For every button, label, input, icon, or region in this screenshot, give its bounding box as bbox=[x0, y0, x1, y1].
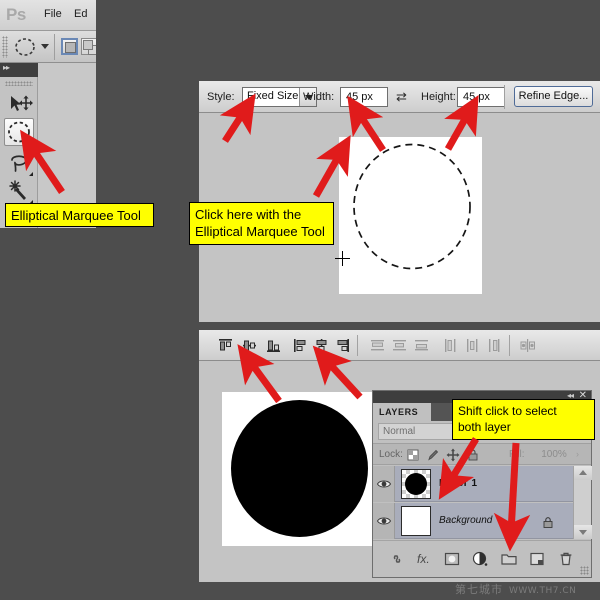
app-options-bar bbox=[0, 31, 96, 63]
distribute-bottom-edges-icon[interactable] bbox=[413, 337, 430, 354]
distribute-top-edges-icon[interactable] bbox=[369, 337, 386, 354]
layer-row[interactable]: Layer 1 bbox=[373, 466, 573, 502]
lasso-tool-button[interactable] bbox=[4, 149, 34, 177]
lock-icon bbox=[543, 515, 553, 526]
fill-value[interactable]: 100% bbox=[536, 448, 572, 462]
delete-layer-icon[interactable] bbox=[557, 550, 575, 568]
layer-thumbnail[interactable] bbox=[401, 469, 431, 499]
height-input[interactable]: 45 px bbox=[457, 87, 505, 107]
photoshop-app-window: Ps File Ed bbox=[0, 0, 96, 228]
layer-visibility-cell[interactable] bbox=[373, 503, 395, 539]
thumbnail-black-circle bbox=[405, 473, 427, 495]
menu-bar: Ps File Ed bbox=[0, 0, 96, 31]
lock-position-icon[interactable] bbox=[446, 448, 460, 462]
photoshop-logo: Ps bbox=[6, 5, 26, 25]
align-left-edges-icon[interactable] bbox=[292, 337, 309, 354]
align-options-bar bbox=[199, 330, 600, 361]
tool-more-indicator bbox=[29, 172, 33, 176]
crosshair-cursor bbox=[335, 251, 350, 266]
eye-icon[interactable] bbox=[376, 477, 392, 489]
width-label: Width: bbox=[303, 91, 334, 103]
tools-panel-grip[interactable] bbox=[5, 81, 33, 86]
watermark: 第七城市 WWW.TH7.CN bbox=[455, 581, 576, 597]
result-document-canvas[interactable] bbox=[222, 392, 377, 546]
new-layer-icon[interactable] bbox=[528, 550, 546, 568]
callout-elliptical-marquee-tool: Elliptical Marquee Tool bbox=[5, 203, 154, 227]
distribute-left-edges-icon[interactable] bbox=[442, 337, 459, 354]
menu-item-file[interactable]: File bbox=[44, 8, 62, 20]
tool-more-indicator bbox=[28, 140, 32, 144]
auto-align-layers-icon[interactable] bbox=[519, 337, 536, 354]
divider bbox=[357, 335, 358, 356]
scroll-down-arrow-icon[interactable] bbox=[574, 525, 592, 539]
add-to-selection-button[interactable] bbox=[81, 38, 96, 55]
layer-style-fx-icon[interactable]: fx. bbox=[417, 550, 435, 568]
elliptical-marquee-tool-button[interactable] bbox=[4, 118, 34, 146]
layer-row[interactable]: Background bbox=[373, 503, 573, 539]
screenshot-stage: Ps File Ed bbox=[0, 0, 600, 600]
blend-mode-select[interactable]: Normal bbox=[378, 423, 460, 440]
swap-dimensions-icon[interactable]: ⇄ bbox=[396, 90, 407, 103]
layers-scrollbar[interactable] bbox=[573, 466, 591, 539]
adjustment-layer-icon[interactable] bbox=[471, 550, 489, 568]
elliptical-selection-marching-ants bbox=[351, 141, 473, 272]
distribute-right-edges-icon[interactable] bbox=[486, 337, 503, 354]
distribute-horizontal-centers-icon[interactable] bbox=[464, 337, 481, 354]
lock-image-pixels-icon[interactable] bbox=[426, 448, 440, 462]
panel-resize-grip[interactable] bbox=[580, 566, 589, 575]
divider bbox=[504, 85, 505, 109]
elliptical-marquee-icon[interactable] bbox=[13, 36, 37, 58]
eye-icon[interactable] bbox=[376, 514, 392, 526]
chevron-down-icon[interactable] bbox=[41, 44, 49, 49]
align-top-edges-icon[interactable] bbox=[217, 337, 234, 354]
align-bottom-edges-icon[interactable] bbox=[265, 337, 282, 354]
height-label: Height: bbox=[421, 91, 456, 103]
lock-all-icon[interactable] bbox=[466, 448, 480, 462]
layer-name[interactable]: Background bbox=[439, 515, 492, 526]
width-input[interactable]: 45 px bbox=[340, 87, 388, 107]
layer-mask-icon[interactable] bbox=[443, 550, 461, 568]
divider bbox=[54, 34, 55, 60]
menu-item-edit[interactable]: Ed bbox=[74, 8, 87, 20]
callout-shift-click: Shift click to select both layer bbox=[452, 399, 595, 440]
align-horizontal-centers-icon[interactable] bbox=[313, 337, 330, 354]
style-label: Style: bbox=[207, 91, 235, 103]
lock-transparent-pixels-icon[interactable] bbox=[406, 448, 420, 462]
link-layers-icon[interactable] bbox=[389, 550, 407, 568]
lock-row: Lock: bbox=[373, 443, 591, 465]
scroll-up-arrow-icon[interactable] bbox=[574, 466, 592, 480]
options-bar-grip[interactable] bbox=[2, 36, 8, 58]
callout-click-here: Click here with the Elliptical Marquee T… bbox=[189, 202, 334, 245]
align-right-edges-icon[interactable] bbox=[334, 337, 351, 354]
divider bbox=[509, 335, 510, 356]
move-tool-button[interactable] bbox=[4, 90, 34, 118]
black-circle-shape bbox=[231, 400, 368, 537]
tab-layers[interactable]: LAYERS bbox=[373, 403, 431, 421]
new-selection-button[interactable] bbox=[61, 38, 78, 55]
refine-edge-button[interactable]: Refine Edge... bbox=[514, 86, 593, 107]
new-group-icon[interactable] bbox=[500, 550, 518, 568]
layer-name[interactable]: Layer 1 bbox=[439, 478, 478, 489]
fill-label: Fill: bbox=[509, 449, 525, 460]
layer-thumbnail[interactable] bbox=[401, 506, 431, 536]
style-value: Fixed Size bbox=[247, 90, 298, 102]
marquee-options-bar: Style: Fixed Size Width: 45 px ⇄ Height:… bbox=[199, 81, 600, 113]
layers-panel-bottom-bar: fx. bbox=[373, 540, 591, 577]
tools-panel-collapse-handle[interactable] bbox=[0, 63, 38, 77]
align-vertical-centers-icon[interactable] bbox=[241, 337, 258, 354]
magic-wand-tool-button[interactable] bbox=[4, 177, 34, 205]
lock-label: Lock: bbox=[379, 449, 403, 460]
watermark-text: 第七城市 bbox=[455, 583, 503, 596]
layer-visibility-cell[interactable] bbox=[373, 466, 395, 502]
watermark-url: WWW.TH7.CN bbox=[509, 586, 576, 596]
fill-slider-arrow-icon[interactable]: › bbox=[576, 449, 579, 459]
distribute-vertical-centers-icon[interactable] bbox=[391, 337, 408, 354]
